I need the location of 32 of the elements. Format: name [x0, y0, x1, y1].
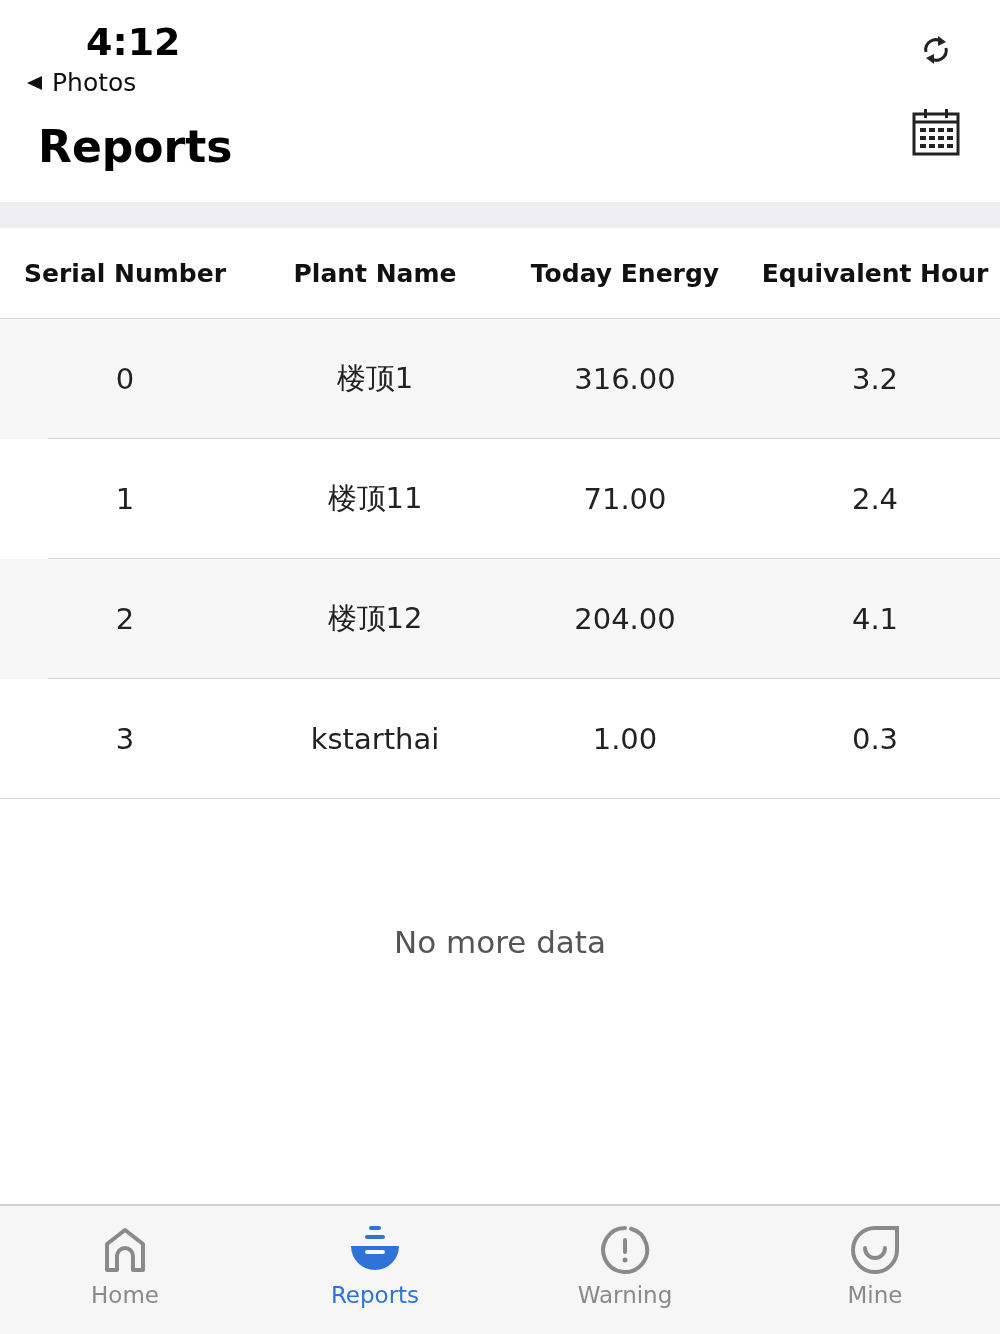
table-cell-text: 0.3	[850, 722, 900, 756]
table-cell-text: 楼顶1	[335, 360, 415, 397]
column-header: Equivalent Hour	[760, 258, 990, 288]
table-cell-text: 1.00	[591, 722, 659, 756]
table-cell-text: 楼顶12	[326, 600, 424, 637]
table-cell-text: 1	[114, 482, 136, 516]
table-cell-text: 71.00	[582, 482, 668, 516]
table-cell-text: 2.4	[850, 482, 900, 516]
no-more-data-text: No more data	[394, 924, 606, 962]
column-header: Serial Number	[23, 258, 227, 288]
tab-bar-item[interactable]: Home	[0, 1206, 250, 1334]
column-header: Today Energy	[529, 258, 721, 288]
column-header: Plant Name	[292, 258, 458, 288]
page-title: Reports	[38, 121, 233, 172]
status-time: 4:12	[86, 20, 182, 64]
table-cell-text: 316.00	[573, 362, 677, 396]
tab-bar-item[interactable]: Mine	[750, 1206, 1000, 1334]
table-cell-text: 4.1	[850, 602, 900, 636]
tab-bar-item[interactable]: Warning	[500, 1206, 750, 1334]
calendar-icon[interactable]	[912, 108, 960, 156]
tab-bar-item[interactable]: Reports	[250, 1206, 500, 1334]
table-cell-text: 0	[114, 362, 136, 396]
warning-icon	[599, 1224, 651, 1276]
table-cell-text: 3.2	[850, 362, 900, 396]
table-cell-text: 楼顶11	[326, 480, 424, 517]
table-cell-text: kstarthai	[309, 722, 441, 756]
back-triangle-icon	[26, 74, 42, 91]
smile-icon	[849, 1224, 901, 1276]
table-cell-text: 204.00	[573, 602, 677, 636]
table-cell-text: 3	[114, 722, 136, 756]
back-link[interactable]: Photos	[26, 68, 233, 97]
table-cell-text: 2	[114, 602, 136, 636]
